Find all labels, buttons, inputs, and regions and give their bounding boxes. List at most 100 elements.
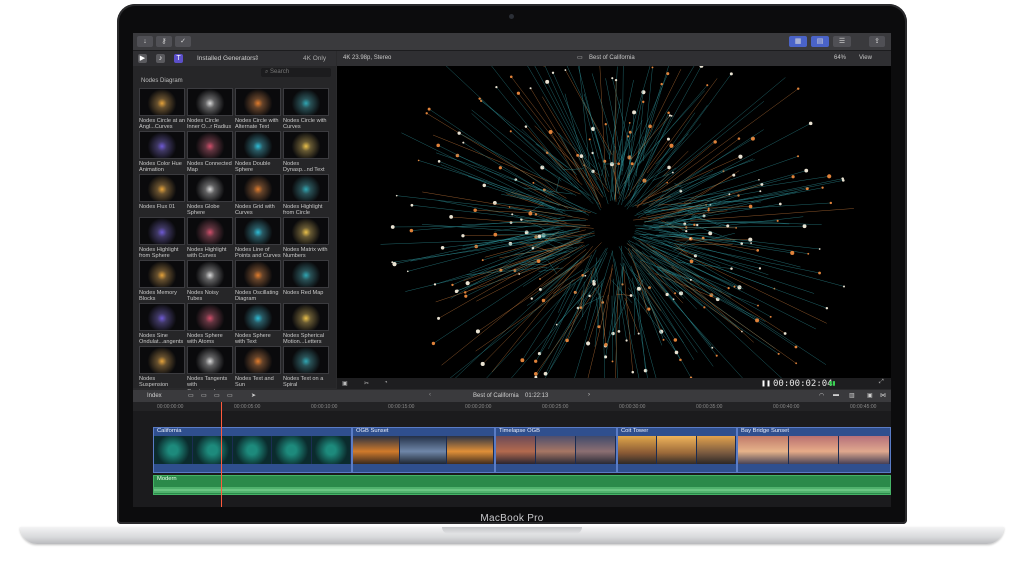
generator-tile[interactable]: Nodes Memory Blocks: [139, 260, 185, 303]
generator-label: Nodes Oscillating Diagram: [235, 290, 279, 303]
generator-tile[interactable]: Nodes Flux 01: [139, 174, 185, 210]
clip-filmstrip: [496, 436, 616, 464]
generator-label: Nodes Dynasp...nd Text: [283, 161, 325, 174]
generator-thumbnail: [139, 260, 185, 288]
tools-icon[interactable]: ✂: [364, 380, 369, 387]
edit-insert-icon[interactable]: ▭: [201, 392, 207, 399]
waveform: [154, 487, 890, 493]
generator-thumbnail: [187, 174, 233, 202]
camera-icon: [509, 14, 514, 19]
clip-california[interactable]: California: [153, 427, 352, 473]
generator-tile[interactable]: Nodes Oscillating Diagram: [235, 260, 281, 303]
effects-browser-icon[interactable]: ▣: [867, 392, 873, 399]
generator-tile[interactable]: Nodes Sphere with Atoms: [187, 303, 233, 346]
generator-label: Nodes Double Sphere: [235, 161, 271, 174]
generator-tile[interactable]: Nodes Circle at an Angl...Curves: [139, 88, 185, 131]
timeline-tracks[interactable]: California OGB Sunset Timelapse OGB Coit…: [133, 411, 891, 507]
generator-thumbnail: [235, 88, 281, 116]
edit-connect-icon[interactable]: ▭: [188, 392, 194, 399]
generator-tile[interactable]: Nodes Connected Map: [187, 131, 233, 174]
generator-label: Nodes Circle with Curves: [283, 118, 327, 131]
ruler-tick-label: 00:00:35:00: [696, 404, 723, 410]
clip-filmstrip: [738, 436, 890, 464]
film-icon: ▭: [577, 55, 583, 61]
clip-timelapse-ogb[interactable]: Timelapse OGB: [495, 427, 617, 473]
generator-tile[interactable]: Nodes Highlight from Circle: [283, 174, 329, 217]
generator-tile[interactable]: Nodes Color Hue Animation: [139, 131, 185, 174]
generator-tile[interactable]: Nodes Circle with Curves: [283, 88, 329, 131]
generator-tile[interactable]: Nodes Grid with Curves: [235, 174, 281, 217]
generator-tile[interactable]: Nodes Line of Points and Curves: [235, 217, 281, 260]
generator-tile[interactable]: Nodes Suspension: [139, 346, 185, 389]
top-toolbar: ↓ ⚷ ✓ ▦ ▤ ☰ ⇪: [133, 33, 891, 51]
music-icon[interactable]: ♪: [156, 54, 165, 63]
titles-icon[interactable]: T: [174, 54, 183, 63]
zoom-slider-icon[interactable]: ▬: [833, 392, 839, 398]
play-pause-icon[interactable]: ❚❚: [761, 380, 771, 387]
timeline-toggle-icon[interactable]: ▤: [811, 36, 829, 47]
generator-tile[interactable]: Nodes Double Sphere: [235, 131, 281, 174]
generator-tile[interactable]: Nodes Sphere with Text: [235, 303, 281, 346]
timeline-ruler[interactable]: 00:00:00:00 00:00:05:00 00:00:10:00 00:00:1…: [133, 402, 891, 411]
viewer-timecode: 00:00:02:04: [773, 379, 833, 389]
edit-append-icon[interactable]: ▭: [214, 392, 220, 399]
back-arrow-icon[interactable]: ‹: [429, 392, 431, 398]
playhead[interactable]: [221, 402, 222, 507]
generator-tile[interactable]: Nodes Tangents with Cu...icrosphere: [187, 346, 233, 395]
forward-arrow-icon[interactable]: ›: [588, 392, 590, 398]
check-circle-icon[interactable]: ✓: [175, 36, 191, 47]
ruler-tick-label: 00:00:15:00: [388, 404, 415, 410]
transitions-browser-icon[interactable]: ⋈: [880, 392, 886, 399]
generator-tile[interactable]: Nodes Highlight from Sphere: [139, 217, 185, 260]
fullscreen-icon[interactable]: ⤢: [879, 379, 884, 386]
generator-tile[interactable]: Nodes Text and Sun: [235, 346, 281, 389]
generator-label: Nodes Text on a Spiral: [283, 376, 324, 389]
pointer-tool-icon[interactable]: ➤: [251, 392, 256, 399]
generator-tile[interactable]: Nodes Circle Inner O...r Radius: [187, 88, 233, 131]
chevron-updown-icon[interactable]: ⇕: [254, 54, 259, 62]
generator-tile[interactable]: Nodes Red Map: [283, 260, 329, 296]
timeline-toolbar: Index ▭ ▭ ▭ ▭ ➤ ‹ Best of California 01:…: [133, 390, 891, 402]
speed-icon[interactable]: ◔: [384, 380, 388, 386]
ruler-tick-label: 00:00:40:00: [773, 404, 800, 410]
filter-4k-checkbox[interactable]: 4K Only: [303, 55, 326, 62]
clip-ogb-sunset[interactable]: OGB Sunset: [352, 427, 495, 473]
share-icon[interactable]: ⇪: [869, 36, 885, 47]
index-button[interactable]: Index: [147, 393, 162, 399]
clip-coit-tower[interactable]: Coit Tower: [617, 427, 737, 473]
search-input[interactable]: ⌕ Search: [261, 68, 331, 77]
audio-clip-modern[interactable]: Modern: [153, 475, 891, 495]
inspector-toggle-icon[interactable]: ☰: [833, 36, 851, 47]
generator-tile[interactable]: Nodes Sine Ondulat...angents: [139, 303, 185, 346]
generator-tile[interactable]: Nodes Circle with Alternate Text: [235, 88, 281, 131]
generator-thumbnail: [187, 260, 233, 288]
clip-bay-bridge-sunset[interactable]: Bay Bridge Sunset: [737, 427, 891, 473]
generator-thumbnail: [139, 88, 185, 116]
key-icon[interactable]: ⚷: [156, 36, 172, 47]
edit-overwrite-icon[interactable]: ▭: [227, 392, 233, 399]
generator-tile[interactable]: Nodes Dynasp...nd Text: [283, 131, 329, 174]
download-icon[interactable]: ↓: [137, 36, 153, 47]
generator-tile[interactable]: Nodes Matrix with Numbers: [283, 217, 329, 260]
generator-label: Nodes Color Hue Animation: [139, 161, 182, 174]
generator-thumbnail: [235, 303, 281, 331]
generator-tile[interactable]: Nodes Text on a Spiral: [283, 346, 329, 389]
generators-dropdown[interactable]: Installed Generators: [197, 55, 256, 62]
generator-tile[interactable]: Nodes Spherical Motion...Letters: [283, 303, 329, 346]
clapper-icon[interactable]: ▶: [138, 54, 147, 63]
library-toggle-icon[interactable]: ▦: [789, 36, 807, 47]
clip-appearance-icon[interactable]: ▥: [849, 392, 855, 399]
ruler-tick-label: 00:00:25:00: [542, 404, 569, 410]
generator-tile[interactable]: Nodes Noisy Tubes: [187, 260, 233, 303]
headphones-icon[interactable]: ◠: [819, 392, 824, 399]
transform-icon[interactable]: ▣: [342, 380, 348, 387]
generator-thumbnail: [187, 217, 233, 245]
generator-thumbnail: [235, 260, 281, 288]
zoom-dropdown[interactable]: 64%: [834, 55, 846, 61]
generator-tile[interactable]: Nodes Highlight with Curves: [187, 217, 233, 260]
generator-thumbnail: [283, 174, 329, 202]
generator-tile[interactable]: Nodes Globe Sphere: [187, 174, 233, 217]
generator-thumbnail: [187, 303, 233, 331]
generator-label: Nodes Red Map: [283, 290, 324, 296]
view-dropdown[interactable]: View: [859, 55, 872, 61]
